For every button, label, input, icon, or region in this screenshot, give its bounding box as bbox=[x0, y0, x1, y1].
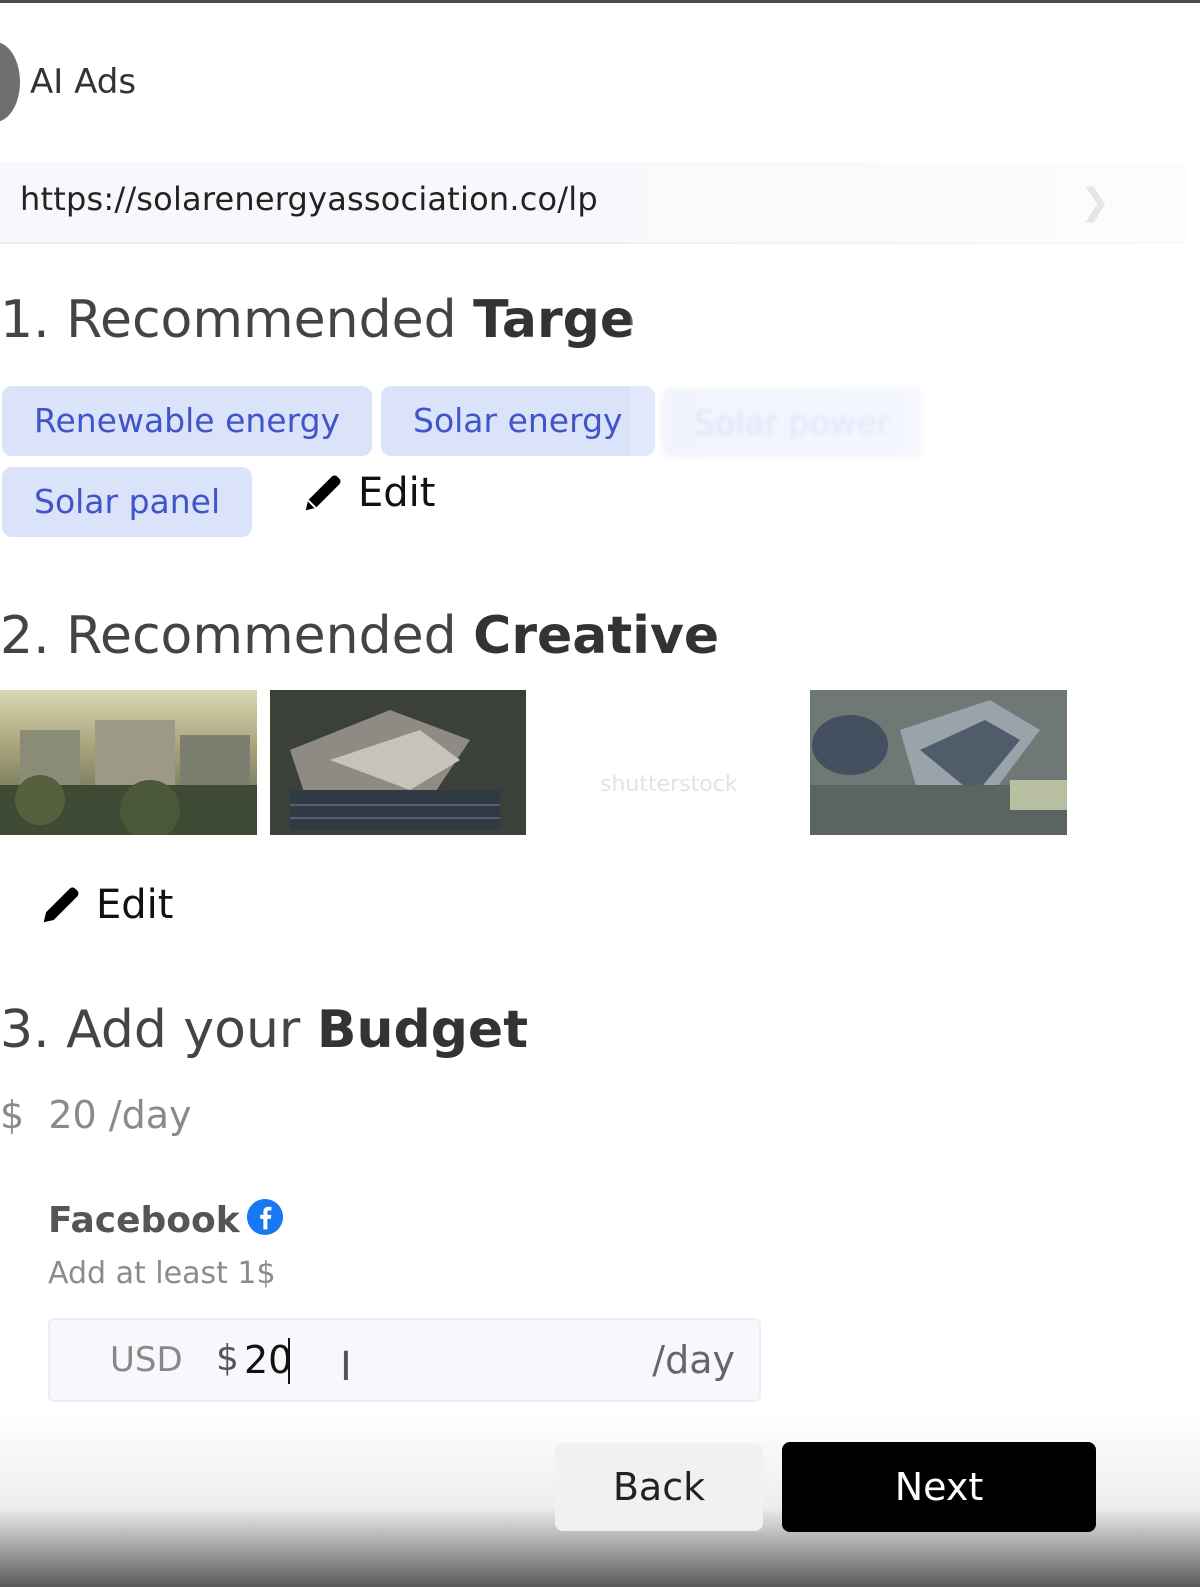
budget-summary: $ 20 /day bbox=[0, 1093, 192, 1137]
targeting-chip[interactable]: Solar panel bbox=[2, 467, 253, 537]
creative-edit-button[interactable]: Edit bbox=[38, 882, 173, 928]
chevron-right-icon[interactable]: ❯ bbox=[1080, 182, 1110, 223]
creative-image[interactable] bbox=[0, 690, 257, 835]
pencil-icon bbox=[43, 887, 79, 923]
budget-unit: /day bbox=[652, 1338, 735, 1382]
watermark: shutterstock bbox=[600, 772, 738, 797]
rooftop-solar-image bbox=[270, 690, 526, 835]
back-button[interactable]: Back bbox=[555, 1443, 763, 1531]
targeting-chip[interactable]: Renewable energy bbox=[2, 386, 373, 456]
targeting-edit-button[interactable]: Edit bbox=[300, 470, 435, 516]
targeting-title-prefix: Recommended bbox=[66, 290, 457, 350]
channel-label: Facebook bbox=[48, 1200, 240, 1241]
budget-heading: 3. Add your Budget bbox=[0, 1000, 528, 1060]
top-rule bbox=[0, 0, 1200, 3]
currency-code: USD bbox=[110, 1340, 183, 1380]
budget-amount-value[interactable]: 20 bbox=[244, 1338, 292, 1382]
budget-summary-currency: $ bbox=[0, 1093, 25, 1137]
budget-hint: Add at least 1$ bbox=[48, 1256, 276, 1291]
avatar bbox=[0, 42, 20, 122]
creative-title-bold: Creative bbox=[473, 606, 720, 666]
currency-symbol: $ bbox=[216, 1338, 239, 1379]
targeting-edit-label: Edit bbox=[358, 470, 436, 516]
budget-summary-amount: 20 bbox=[48, 1093, 97, 1137]
creative-edit-label: Edit bbox=[96, 882, 174, 928]
targeting-heading: 1. Recommended Targe bbox=[0, 290, 635, 350]
pencil-icon bbox=[305, 475, 341, 511]
creative-image[interactable] bbox=[270, 690, 526, 835]
budget-summary-unit: /day bbox=[108, 1093, 192, 1137]
facebook-icon bbox=[246, 1198, 284, 1236]
creative-title-prefix: Recommended bbox=[66, 606, 457, 666]
solar-dome-image bbox=[810, 690, 1067, 835]
targeting-number: 1. bbox=[0, 290, 50, 350]
budget-title-bold: Budget bbox=[316, 1000, 529, 1060]
targeting-chip[interactable]: Solar power bbox=[662, 388, 923, 458]
budget-title-prefix: Add your bbox=[66, 1000, 301, 1060]
text-caret bbox=[288, 1338, 290, 1384]
next-button[interactable]: Next bbox=[782, 1442, 1096, 1532]
creative-number: 2. bbox=[0, 606, 50, 666]
text-cursor-icon: I bbox=[340, 1344, 352, 1390]
city-sunset-image bbox=[0, 690, 257, 835]
url-bar[interactable]: https://solarenergyassociation.co/lp ❯ bbox=[0, 162, 1186, 244]
targeting-title-bold: Targe bbox=[473, 290, 636, 350]
url-input[interactable]: https://solarenergyassociation.co/lp bbox=[20, 180, 598, 218]
ai-ads-page: AI Ads https://solarenergyassociation.co… bbox=[0, 0, 1200, 1587]
budget-number: 3. bbox=[0, 1000, 50, 1060]
app-title: AI Ads bbox=[30, 62, 137, 102]
daily-budget-input[interactable]: USD $ 20 I /day bbox=[48, 1318, 761, 1402]
creative-image[interactable] bbox=[810, 690, 1067, 835]
targeting-chip[interactable]: Solar energy bbox=[381, 386, 655, 456]
creative-heading: 2. Recommended Creative bbox=[0, 606, 719, 666]
